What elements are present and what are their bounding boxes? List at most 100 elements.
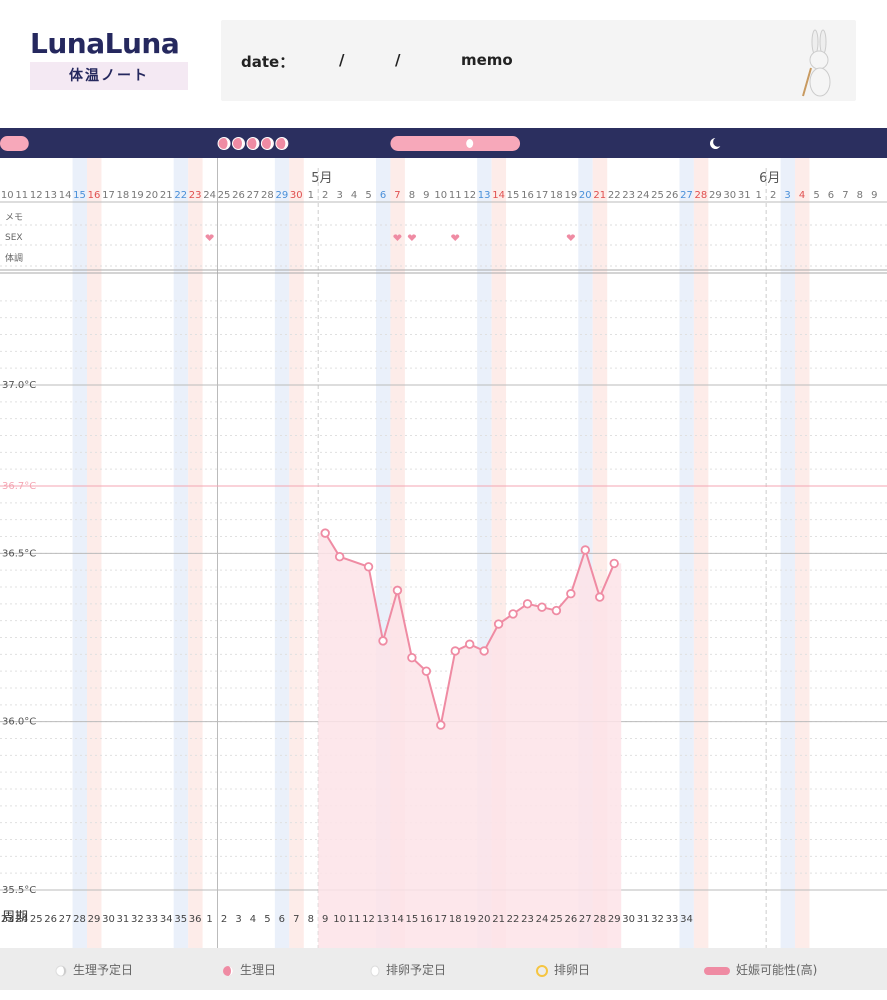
date-tick-label: 4 [351, 190, 357, 201]
temperature-data-point [609, 558, 619, 569]
month-label: 6月 [759, 171, 780, 186]
cycle-day-label: 31 [637, 914, 650, 925]
date-tick-label: 15 [73, 190, 86, 201]
date-tick-label: 9 [871, 190, 877, 201]
date-tick-label: 28 [695, 190, 708, 201]
date-tick-label: 25 [651, 190, 664, 201]
legend-label: 妊娠可能性(高) [736, 963, 818, 977]
reference-line-label: 36.7°C [2, 481, 36, 492]
cycle-day-label: 21 [492, 914, 505, 925]
legend-period-day: 生理日 [222, 961, 276, 978]
cycle-day-label: 24 [536, 914, 549, 925]
period-day-icon [223, 965, 233, 976]
date-tick-label: 1 [756, 190, 762, 201]
date-tick-label: 10 [1, 190, 14, 201]
cycle-day-label: 25 [550, 914, 563, 925]
memo-box[interactable]: date： / / memo [221, 20, 856, 101]
y-tick-label: 36.5°C [2, 548, 36, 559]
date-tick-label: 17 [536, 190, 549, 201]
temperature-data-point [392, 585, 403, 596]
ovulation-day-icon [536, 964, 548, 977]
date-tick-label: 16 [88, 190, 101, 201]
row-label: メモ [5, 213, 23, 223]
date-tick-label: 31 [738, 190, 751, 201]
cycle-day-label: 35 [174, 914, 187, 925]
sex-heart-icon [451, 234, 460, 241]
sex-heart-icon [205, 234, 214, 241]
fertile-high-icon [704, 966, 730, 975]
date-tick-label: 1 [308, 190, 314, 201]
y-tick-label: 36.0°C [2, 717, 36, 728]
date-tick-label: 10 [434, 190, 447, 201]
cycle-day-label: 7 [293, 914, 299, 925]
date-tick-label: 25 [218, 190, 231, 201]
date-tick-label: 14 [492, 190, 505, 201]
date-tick-label: 4 [799, 190, 805, 201]
date-tick-label: 8 [857, 190, 863, 201]
date-tick-label: 2 [770, 190, 776, 201]
period-day-icon [275, 137, 289, 150]
date-tick-label: 29 [709, 190, 722, 201]
temperature-data-point [465, 639, 475, 649]
date-tick-label: 19 [131, 190, 144, 201]
cycle-day-label: 29 [88, 914, 101, 925]
fertile-high-bar [390, 136, 521, 151]
date-tick-label: 26 [666, 190, 679, 201]
date-tick-label: 14 [59, 190, 72, 201]
cycle-day-label: 15 [406, 914, 419, 925]
temperature-data-point [479, 646, 489, 656]
logo: LunaLuna 体温ノート [30, 28, 190, 90]
temperature-data-point [566, 589, 576, 599]
cycle-day-label: 2 [221, 914, 227, 925]
logo-subtitle: 体温ノート [30, 62, 188, 90]
date-tick-label: 24 [203, 190, 216, 201]
temperature-data-point [378, 636, 388, 646]
temperature-data-point [508, 609, 518, 619]
temperature-data-point [421, 666, 432, 676]
sex-heart-icon [566, 234, 575, 241]
date-tick-label: 3 [784, 190, 790, 201]
date-tick-label: 28 [261, 190, 274, 201]
cycle-day-label: 22 [507, 914, 520, 925]
date-tick-label: 12 [463, 190, 476, 201]
cycle-day-label: 23 [521, 914, 534, 925]
date-tick-label: 17 [102, 190, 115, 201]
header: LunaLuna 体温ノート date： / / memo [0, 0, 887, 128]
date-slash-2: / [395, 51, 401, 69]
date-tick-label: 6 [828, 190, 834, 201]
period-day-icon [217, 137, 231, 150]
date-tick-label: 11 [15, 190, 28, 201]
date-tick-label: 26 [232, 190, 245, 201]
cycle-day-label: 26 [44, 914, 57, 925]
date-tick-label: 21 [160, 190, 173, 201]
cycle-day-label: 27 [579, 914, 592, 925]
date-tick-label: 9 [423, 190, 429, 201]
temperature-data-point [334, 552, 345, 562]
legend-label: 排卵日 [554, 963, 591, 977]
temperature-data-point [436, 720, 446, 730]
date-tick-label: 6 [380, 190, 386, 201]
cycle-day-label: 3 [235, 914, 241, 925]
cycle-day-label: 18 [449, 914, 462, 925]
cycle-day-label: 28 [593, 914, 606, 925]
period-predicted-icon [55, 965, 67, 976]
logo-text: LunaLuna [30, 27, 180, 60]
date-tick-label: 23 [622, 190, 635, 201]
date-tick-label: 22 [174, 190, 187, 201]
date-tick-label: 7 [394, 190, 400, 201]
cycle-day-label: 10 [333, 914, 346, 925]
date-tick-label: 15 [507, 190, 520, 201]
cycle-day-label: 24 [15, 914, 28, 925]
legend-fertile-high: 妊娠可能性(高) [704, 961, 817, 978]
memo-label: memo [461, 51, 513, 69]
legend-label: 生理予定日 [73, 963, 134, 977]
cycle-day-label: 16 [420, 914, 433, 925]
month-label: 5月 [311, 171, 332, 186]
cycle-day-label: 36 [189, 914, 202, 925]
legend-ovulation-predicted: 排卵予定日 [370, 961, 446, 978]
sex-heart-icon [407, 234, 416, 241]
temperature-data-point [537, 602, 547, 612]
cycle-day-label: 29 [608, 914, 621, 925]
date-tick-label: 22 [608, 190, 621, 201]
date-tick-label: 18 [117, 190, 130, 201]
